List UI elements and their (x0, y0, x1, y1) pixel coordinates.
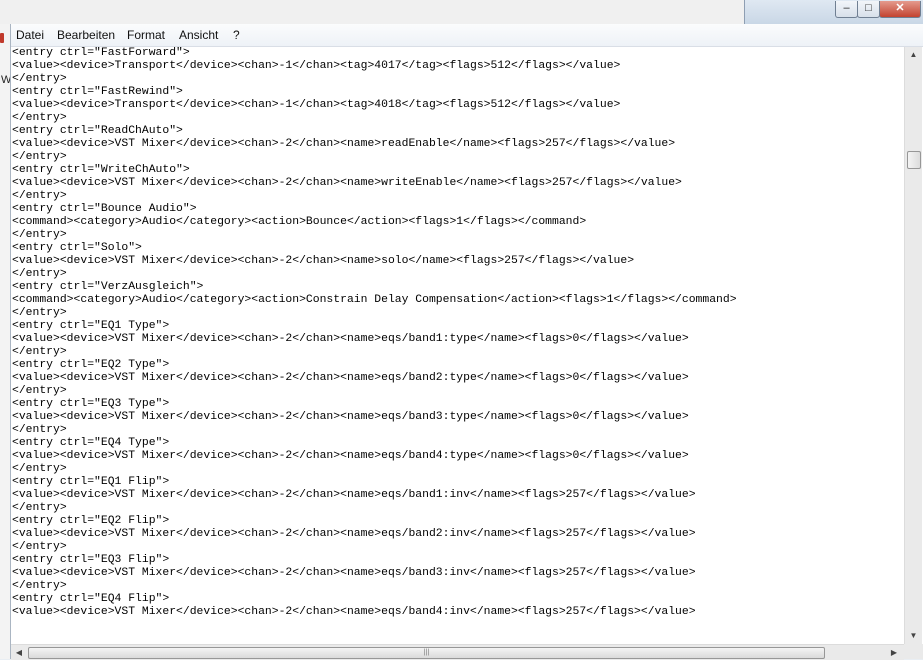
text-line[interactable]: </entry> (11, 580, 904, 593)
text-line[interactable]: </entry> (11, 151, 904, 164)
horizontal-scroll-thumb[interactable]: ||| (28, 647, 825, 659)
text-line[interactable]: <entry ctrl="EQ4 Type"> (11, 437, 904, 450)
text-line[interactable]: <command><category>Audio</category><acti… (11, 294, 904, 307)
vertical-scrollbar[interactable]: ▲ ▼ (904, 47, 922, 644)
text-line[interactable]: <command><category>Audio</category><acti… (11, 216, 904, 229)
text-line[interactable]: <entry ctrl="EQ4 Flip"> (11, 593, 904, 606)
text-line[interactable]: </entry> (11, 424, 904, 437)
text-line[interactable]: <entry ctrl="FastRewind"> (11, 86, 904, 99)
background-left-edge: W (0, 24, 11, 659)
text-line[interactable]: </entry> (11, 229, 904, 242)
text-line[interactable]: <value><device>VST Mixer</device><chan>-… (11, 450, 904, 463)
size-grip[interactable] (904, 644, 923, 659)
text-line[interactable]: </entry> (11, 190, 904, 203)
menu-datei[interactable]: Datei (16, 28, 44, 42)
text-line[interactable]: </entry> (11, 385, 904, 398)
maximize-icon: □ (865, 2, 872, 14)
text-line[interactable]: <entry ctrl="EQ1 Flip"> (11, 476, 904, 489)
text-line[interactable]: <entry ctrl="EQ3 Flip"> (11, 554, 904, 567)
text-editor[interactable]: <entry ctrl="FastForward"> <value><device… (11, 47, 904, 644)
close-button[interactable]: ✕ (879, 1, 921, 18)
notepad-window: Datei Bearbeiten Format Ansicht ? <entry… (10, 24, 923, 660)
text-line[interactable]: <entry ctrl="Bounce Audio"> (11, 203, 904, 216)
vertical-scroll-thumb[interactable] (907, 151, 921, 169)
text-line[interactable]: <value><device>VST Mixer</device><chan>-… (11, 372, 904, 385)
text-line[interactable]: <entry ctrl="EQ2 Flip"> (11, 515, 904, 528)
text-line[interactable]: <entry ctrl="Solo"> (11, 242, 904, 255)
background-red-icon (0, 33, 4, 43)
background-window-titlebar: – □ ✕ (744, 0, 923, 24)
maximize-button[interactable]: □ (857, 1, 880, 18)
scroll-left-icon[interactable]: ◀ (11, 645, 27, 660)
text-line[interactable]: </entry> (11, 73, 904, 86)
text-line[interactable]: <value><device>Transport</device><chan>-… (11, 99, 904, 112)
close-icon: ✕ (895, 2, 905, 14)
text-line[interactable]: </entry> (11, 307, 904, 320)
text-line[interactable]: <value><device>Transport</device><chan>-… (11, 60, 904, 73)
text-line[interactable]: </entry> (11, 502, 904, 515)
minimize-icon: – (843, 2, 850, 14)
menu-help[interactable]: ? (233, 28, 240, 42)
menu-bearbeiten[interactable]: Bearbeiten (57, 28, 115, 42)
text-line[interactable]: </entry> (11, 346, 904, 359)
text-line[interactable]: <value><device>VST Mixer</device><chan>-… (11, 255, 904, 268)
menu-format[interactable]: Format (127, 28, 165, 42)
menu-bar: Datei Bearbeiten Format Ansicht ? (11, 24, 923, 47)
text-line[interactable]: </entry> (11, 541, 904, 554)
text-line[interactable]: <entry ctrl="WriteChAuto"> (11, 164, 904, 177)
text-line[interactable]: <value><device>VST Mixer</device><chan>-… (11, 138, 904, 151)
grip-icon: ||| (423, 649, 430, 656)
text-line[interactable]: </entry> (11, 112, 904, 125)
text-line[interactable]: <value><device>VST Mixer</device><chan>-… (11, 567, 904, 580)
text-line[interactable]: <value><device>VST Mixer</device><chan>-… (11, 489, 904, 502)
text-line[interactable]: <value><device>VST Mixer</device><chan>-… (11, 528, 904, 541)
text-line[interactable]: <entry ctrl="EQ2 Type"> (11, 359, 904, 372)
text-line[interactable]: <entry ctrl="FastForward"> (11, 47, 904, 60)
text-line[interactable]: <entry ctrl="ReadChAuto"> (11, 125, 904, 138)
text-line[interactable]: <entry ctrl="VerzAusgleich"> (11, 281, 904, 294)
scroll-right-icon[interactable]: ▶ (886, 645, 902, 660)
text-line[interactable]: <value><device>VST Mixer</device><chan>-… (11, 177, 904, 190)
text-line[interactable]: </entry> (11, 268, 904, 281)
text-line[interactable]: <value><device>VST Mixer</device><chan>-… (11, 606, 904, 619)
text-line[interactable]: </entry> (11, 463, 904, 476)
text-line[interactable]: <entry ctrl="EQ3 Type"> (11, 398, 904, 411)
text-line[interactable]: <value><device>VST Mixer</device><chan>-… (11, 411, 904, 424)
scroll-up-icon[interactable]: ▲ (905, 47, 922, 63)
minimize-button[interactable]: – (835, 1, 858, 18)
horizontal-scrollbar[interactable]: ◀ ||| ▶ (11, 644, 904, 660)
menu-ansicht[interactable]: Ansicht (179, 28, 218, 42)
scroll-down-icon[interactable]: ▼ (905, 628, 922, 644)
text-line[interactable]: <entry ctrl="EQ1 Type"> (11, 320, 904, 333)
text-line[interactable]: <value><device>VST Mixer</device><chan>-… (11, 333, 904, 346)
